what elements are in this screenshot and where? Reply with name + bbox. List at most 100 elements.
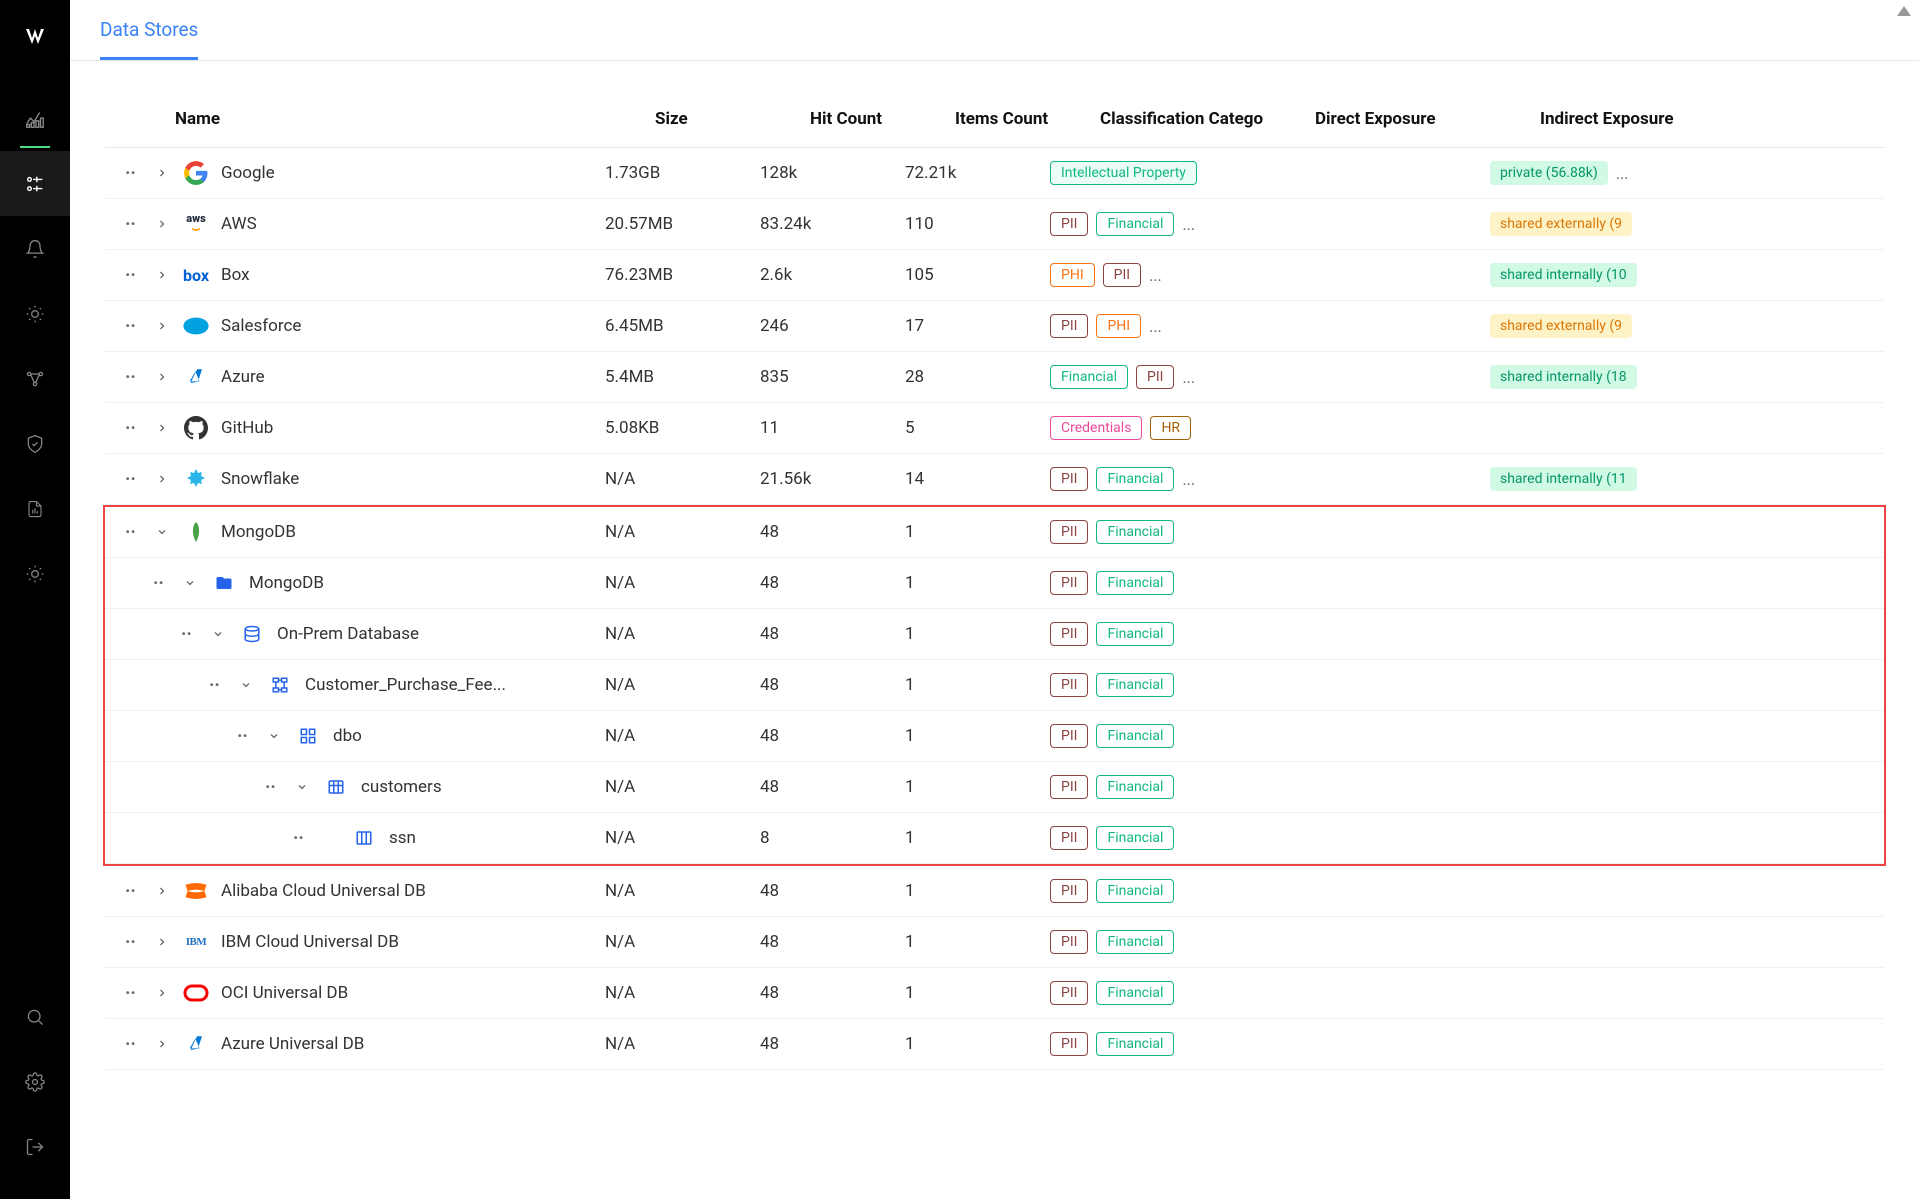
chevron-down-icon[interactable]: [153, 526, 171, 538]
nav-settings[interactable]: [0, 1049, 70, 1114]
chevron-right-icon[interactable]: [153, 218, 171, 230]
row-actions-icon[interactable]: ··: [125, 316, 143, 337]
cell-items-count: 1: [905, 522, 1050, 542]
oracle-icon: [181, 978, 211, 1008]
nav-data-stores[interactable]: [0, 151, 70, 216]
table-row[interactable]: ·· customers N/A 48 1 PIIFinancial: [105, 762, 1884, 813]
nav-security[interactable]: [0, 411, 70, 476]
nav-alerts[interactable]: [0, 216, 70, 281]
tag-financial: Financial: [1096, 467, 1174, 491]
table-row[interactable]: ·· Azure Universal DB N/A 48 1 PIIFinanc…: [105, 1019, 1884, 1070]
tag-pii: PII: [1050, 622, 1088, 646]
row-actions-icon[interactable]: ··: [125, 469, 143, 490]
row-actions-icon[interactable]: ··: [125, 932, 143, 953]
chevron-right-icon[interactable]: [153, 1038, 171, 1050]
row-actions-icon[interactable]: ··: [237, 726, 255, 747]
row-actions-icon[interactable]: ··: [293, 828, 311, 849]
tab-data-stores[interactable]: Data Stores: [100, 18, 198, 60]
table-row[interactable]: ·· Google 1.73GB 128k 72.21k Intellectua…: [105, 148, 1884, 199]
chevron-right-icon[interactable]: [153, 167, 171, 179]
table-row[interactable]: ·· aws⌣ AWS 20.57MB 83.24k 110 PIIFinanc…: [105, 199, 1884, 250]
row-actions-icon[interactable]: ··: [125, 983, 143, 1004]
chevron-down-icon[interactable]: [265, 730, 283, 742]
more-tags-icon[interactable]: ...: [1182, 470, 1195, 489]
nav-graph[interactable]: [0, 346, 70, 411]
table-row[interactable]: ·· dbo N/A 48 1 PIIFinancial: [105, 711, 1884, 762]
row-name: GitHub: [221, 418, 273, 438]
cell-hit-count: 128k: [760, 163, 905, 183]
row-actions-icon[interactable]: ··: [125, 214, 143, 235]
nav-analytics[interactable]: [0, 86, 70, 151]
col-name[interactable]: Name: [175, 109, 655, 129]
indirect-exposure-badge: shared externally (9: [1490, 314, 1632, 338]
chevron-down-icon[interactable]: [209, 628, 227, 640]
row-actions-icon[interactable]: ··: [125, 163, 143, 184]
more-tags-icon[interactable]: ...: [1182, 215, 1195, 234]
more-tags-icon[interactable]: ...: [1182, 368, 1195, 387]
row-name: MongoDB: [249, 573, 324, 593]
cell-classification: PIIFinancial: [1050, 673, 1265, 697]
tag-pii: PII: [1050, 775, 1088, 799]
table-row[interactable]: ·· Customer_Purchase_Fee... N/A 48 1 PII…: [105, 660, 1884, 711]
tag-pii: PII: [1050, 826, 1088, 850]
table-row[interactable]: ·· MongoDB N/A 48 1 PIIFinancial: [105, 558, 1884, 609]
schema-icon: [265, 670, 295, 700]
row-actions-icon[interactable]: ··: [265, 777, 283, 798]
table-row[interactable]: ·· MongoDB N/A 48 1 PIIFinancial: [105, 507, 1884, 558]
row-actions-icon[interactable]: ··: [125, 522, 143, 543]
app-logo[interactable]: [17, 20, 53, 56]
chevron-right-icon[interactable]: [153, 371, 171, 383]
row-actions-icon[interactable]: ··: [209, 675, 227, 696]
chevron-right-icon[interactable]: [153, 422, 171, 434]
row-name: Box: [221, 265, 250, 285]
col-classification[interactable]: Classification Catego: [1100, 109, 1315, 129]
row-actions-icon[interactable]: ··: [125, 265, 143, 286]
nav-reports[interactable]: [0, 476, 70, 541]
cell-classification: PIIFinancial: [1050, 1032, 1265, 1056]
cell-items-count: 1: [905, 932, 1050, 952]
chevron-right-icon[interactable]: [153, 936, 171, 948]
nav-theme[interactable]: [0, 541, 70, 606]
table-row[interactable]: ·· OCI Universal DB N/A 48 1 PIIFinancia…: [105, 968, 1884, 1019]
table-row[interactable]: ·· Azure 5.4MB 835 28 FinancialPII... sh…: [105, 352, 1884, 403]
row-actions-icon[interactable]: ··: [153, 573, 171, 594]
nav-insights[interactable]: [0, 281, 70, 346]
azure2-icon: [181, 1029, 211, 1059]
more-tags-icon[interactable]: ...: [1149, 266, 1162, 285]
col-indirect-exposure[interactable]: Indirect Exposure: [1540, 109, 1760, 129]
table-row[interactable]: ·· GitHub 5.08KB 11 5 CredentialsHR: [105, 403, 1884, 454]
row-actions-icon[interactable]: ··: [125, 881, 143, 902]
row-actions-icon[interactable]: ··: [125, 1034, 143, 1055]
chevron-right-icon[interactable]: [153, 269, 171, 281]
more-exposure-icon[interactable]: ...: [1616, 164, 1629, 183]
col-size[interactable]: Size: [655, 109, 810, 129]
chevron-right-icon[interactable]: [153, 473, 171, 485]
chevron-down-icon[interactable]: [181, 577, 199, 589]
chevron-right-icon[interactable]: [153, 987, 171, 999]
table-row[interactable]: ·· Salesforce 6.45MB 246 17 PIIPHI... sh…: [105, 301, 1884, 352]
chevron-right-icon[interactable]: [153, 885, 171, 897]
col-direct-exposure[interactable]: Direct Exposure: [1315, 109, 1540, 129]
table-row[interactable]: ·· ssn N/A 8 1 PIIFinancial: [105, 813, 1884, 864]
row-actions-icon[interactable]: ··: [181, 624, 199, 645]
scroll-up-indicator[interactable]: [1897, 6, 1911, 16]
col-items-count[interactable]: Items Count: [955, 109, 1100, 129]
row-actions-icon[interactable]: ··: [125, 418, 143, 439]
chevron-down-icon[interactable]: [237, 679, 255, 691]
table-row[interactable]: ·· Alibaba Cloud Universal DB N/A 48 1 P…: [105, 866, 1884, 917]
nav-search[interactable]: [0, 984, 70, 1049]
nav-logout[interactable]: [0, 1114, 70, 1179]
row-actions-icon[interactable]: ··: [125, 367, 143, 388]
chevron-down-icon[interactable]: [293, 781, 311, 793]
table-row[interactable]: ·· Snowflake N/A 21.56k 14 PIIFinancial.…: [105, 454, 1884, 505]
grid-icon: [293, 721, 323, 751]
col-hit-count[interactable]: Hit Count: [810, 109, 955, 129]
more-tags-icon[interactable]: ...: [1149, 317, 1162, 336]
cell-classification: PIIFinancial...: [1050, 212, 1265, 236]
table-row[interactable]: ·· box Box 76.23MB 2.6k 105 PHIPII... sh…: [105, 250, 1884, 301]
table-row[interactable]: ·· On-Prem Database N/A 48 1 PIIFinancia…: [105, 609, 1884, 660]
chevron-right-icon[interactable]: [153, 320, 171, 332]
tag-financial: Financial: [1096, 1032, 1174, 1056]
cell-classification: PIIFinancial: [1050, 520, 1265, 544]
table-row[interactable]: ·· IBM IBM Cloud Universal DB N/A 48 1 P…: [105, 917, 1884, 968]
